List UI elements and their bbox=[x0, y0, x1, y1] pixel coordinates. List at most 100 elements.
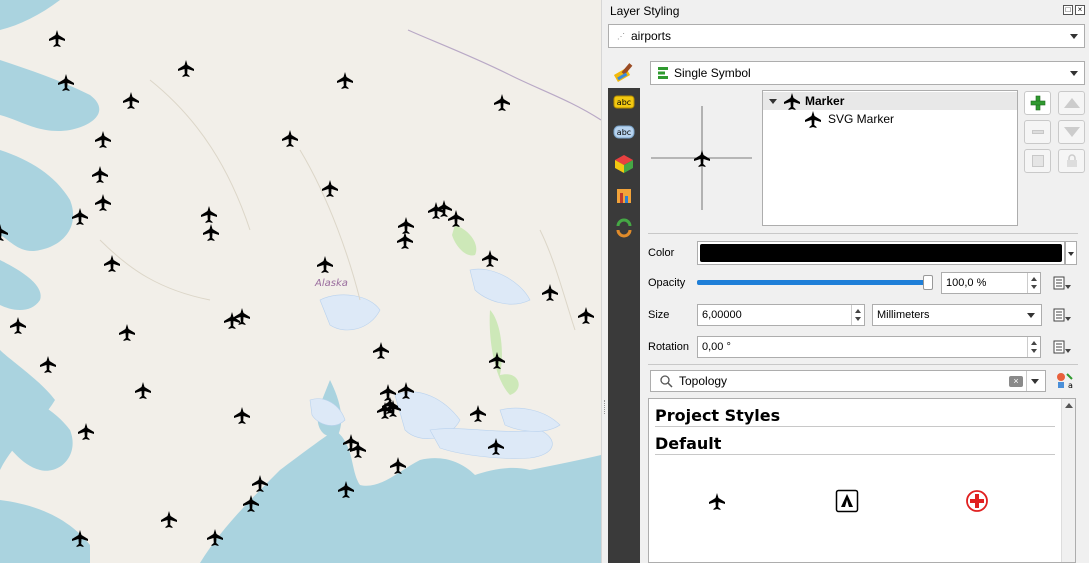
airport-marker-icon bbox=[8, 315, 28, 335]
size-label: Size bbox=[648, 309, 670, 321]
duplicate-icon bbox=[1031, 155, 1044, 167]
airport-marker-icon bbox=[348, 439, 368, 459]
add-symbol-layer-button[interactable] bbox=[1024, 91, 1051, 115]
tree-row-marker[interactable]: Marker bbox=[763, 92, 1017, 110]
single-symbol-icon bbox=[657, 66, 669, 80]
opacity-slider-handle[interactable] bbox=[923, 275, 933, 290]
masks-tab-icon: abc bbox=[613, 125, 635, 139]
rotation-data-defined-button[interactable] bbox=[1049, 336, 1075, 358]
airport-marker-icon bbox=[486, 436, 506, 456]
airport-marker-icon bbox=[232, 405, 252, 425]
history-tab[interactable] bbox=[612, 216, 636, 240]
styles-list[interactable]: Project Styles Default bbox=[648, 398, 1076, 563]
tree-svg-marker-label: SVG Marker bbox=[828, 112, 895, 126]
styles-list-scrollbar[interactable] bbox=[1061, 399, 1075, 562]
airport-marker-icon bbox=[383, 398, 403, 418]
airport-marker-icon bbox=[159, 509, 179, 529]
data-defined-icon bbox=[1053, 276, 1071, 290]
symbology-brush-icon bbox=[613, 61, 637, 83]
panel-splitter[interactable] bbox=[601, 0, 608, 563]
default-styles-heading: Default bbox=[655, 434, 722, 453]
opacity-spinbox[interactable]: 100,0 % bbox=[941, 272, 1041, 294]
airport-marker-icon bbox=[480, 248, 500, 268]
size-unit-combo[interactable]: Millimeters bbox=[872, 304, 1042, 326]
move-up-button[interactable] bbox=[1058, 91, 1085, 115]
airport-marker-icon bbox=[70, 528, 90, 548]
masks-tab[interactable]: abc bbox=[612, 120, 636, 144]
style-search-combo[interactable]: Topology × bbox=[650, 370, 1046, 392]
airport-marker-icon bbox=[56, 72, 76, 92]
style-item-airport[interactable] bbox=[705, 489, 729, 513]
lock-layer-button[interactable] bbox=[1058, 149, 1085, 173]
labels-tab[interactable]: abc bbox=[612, 90, 636, 114]
renderer-combo-value: Single Symbol bbox=[674, 66, 751, 80]
airport-marker-icon bbox=[102, 253, 122, 273]
map-canvas[interactable]: Alaska bbox=[0, 0, 601, 563]
airport-marker-icon bbox=[176, 58, 196, 78]
airport-marker-icon bbox=[395, 230, 415, 250]
opacity-slider-fill bbox=[697, 280, 927, 285]
float-panel-button[interactable]: □ bbox=[1063, 5, 1073, 15]
style-manager-button[interactable]: a bbox=[1055, 371, 1075, 391]
data-defined-icon bbox=[1053, 340, 1071, 354]
opacity-value: 100,0 % bbox=[946, 277, 987, 289]
airport-marker-icon bbox=[93, 192, 113, 212]
airplane-icon bbox=[694, 150, 710, 167]
airport-marker-icon bbox=[241, 493, 261, 513]
size-spinbox[interactable]: 6,00000 bbox=[697, 304, 865, 326]
3d-view-tab[interactable] bbox=[612, 152, 636, 176]
close-panel-button[interactable]: × bbox=[1075, 5, 1085, 15]
airport-marker-icon bbox=[320, 178, 340, 198]
remove-symbol-layer-button[interactable] bbox=[1024, 120, 1051, 144]
airport-marker-icon bbox=[117, 322, 137, 342]
opacity-slider[interactable] bbox=[697, 275, 935, 290]
airplane-icon bbox=[805, 111, 821, 128]
style-side-tabs: abc abc bbox=[608, 88, 640, 563]
size-value: 6,00000 bbox=[702, 309, 742, 321]
style-manager-icon: a bbox=[1057, 373, 1073, 390]
style-item-hospital[interactable] bbox=[965, 489, 989, 513]
svg-text:abc: abc bbox=[617, 98, 631, 107]
airport-marker-icon bbox=[280, 128, 300, 148]
expand-arrow-icon[interactable] bbox=[769, 98, 777, 104]
airport-marker-icon bbox=[222, 310, 242, 330]
color-swatch bbox=[700, 244, 1062, 262]
rotation-value: 0,00 ° bbox=[702, 341, 731, 353]
diagrams-tab[interactable] bbox=[612, 184, 636, 208]
panel-title: Layer Styling bbox=[610, 4, 680, 18]
plus-icon bbox=[1030, 95, 1045, 111]
color-dropdown-button[interactable] bbox=[1065, 241, 1077, 265]
airport-marker-icon bbox=[540, 282, 560, 302]
airport-marker-icon bbox=[468, 403, 488, 423]
3d-view-tab-icon bbox=[615, 155, 633, 173]
move-down-button[interactable] bbox=[1058, 120, 1085, 144]
data-defined-icon bbox=[1053, 308, 1071, 322]
svg-text:a: a bbox=[1068, 381, 1073, 390]
duplicate-symbol-layer-button[interactable] bbox=[1024, 149, 1051, 173]
color-button[interactable] bbox=[697, 241, 1065, 265]
layer-combo[interactable]: ⋰ airports bbox=[608, 24, 1085, 48]
symbol-preview bbox=[651, 106, 752, 210]
point-layer-icon: ⋰ bbox=[617, 31, 625, 41]
tree-row-svg-marker[interactable]: SVG Marker bbox=[763, 110, 1017, 128]
airport-marker-icon bbox=[90, 164, 110, 184]
airport-marker-icon bbox=[388, 455, 408, 475]
tree-marker-label: Marker bbox=[805, 94, 845, 108]
renderer-combo[interactable]: Single Symbol bbox=[650, 61, 1085, 85]
project-styles-heading: Project Styles bbox=[655, 406, 781, 425]
airport-marker-icon bbox=[336, 479, 356, 499]
clear-search-icon[interactable]: × bbox=[1009, 376, 1023, 387]
rotation-spinbox[interactable]: 0,00 ° bbox=[697, 336, 1041, 358]
size-data-defined-button[interactable] bbox=[1049, 304, 1075, 326]
style-search-value: Topology bbox=[679, 374, 728, 388]
tent-icon bbox=[835, 489, 859, 513]
opacity-data-defined-button[interactable] bbox=[1049, 272, 1075, 294]
style-item-camping[interactable] bbox=[835, 489, 859, 513]
labels-tab-icon: abc bbox=[613, 95, 635, 109]
svg-text:abc: abc bbox=[617, 128, 631, 137]
airport-marker-icon bbox=[121, 90, 141, 110]
diagrams-tab-icon bbox=[617, 189, 631, 203]
symbol-layer-tree[interactable]: Marker SVG Marker bbox=[762, 90, 1018, 226]
lock-icon bbox=[1066, 154, 1077, 167]
airport-marker-icon bbox=[38, 354, 58, 374]
